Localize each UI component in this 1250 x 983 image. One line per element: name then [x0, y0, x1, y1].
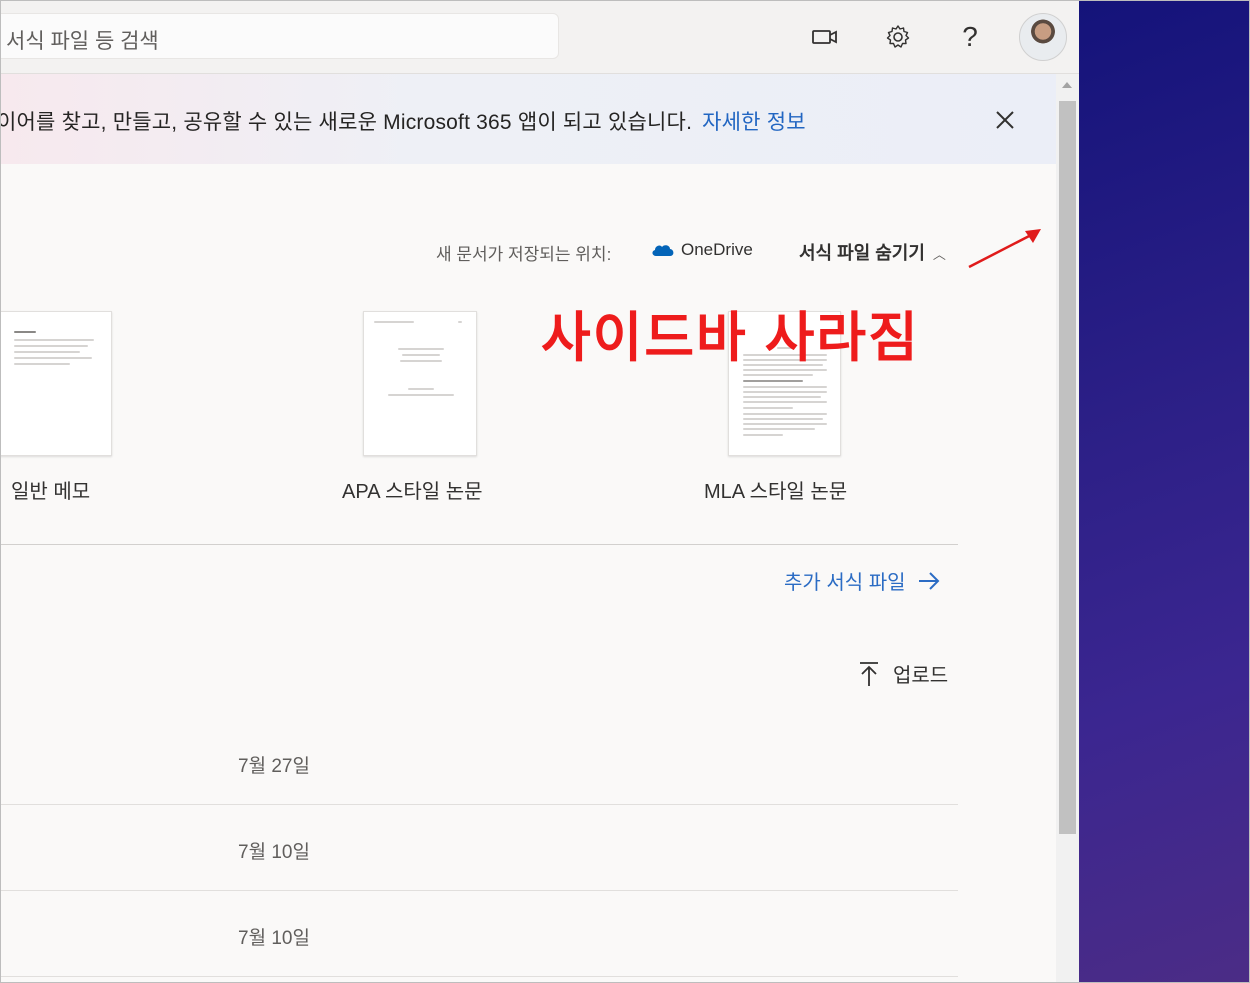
onedrive-icon [652, 245, 674, 256]
close-icon[interactable] [991, 106, 1019, 134]
arrow-right-icon [918, 571, 939, 590]
template-card-apa[interactable] [363, 311, 477, 456]
search-box[interactable]: 서식 파일 등 검색 [1, 13, 559, 59]
save-location-label: 새 문서가 저장되는 위치: [436, 245, 612, 264]
learn-more-link[interactable]: 자세한 정보 [702, 111, 806, 134]
more-templates-label: 추가 서식 파일 [784, 572, 906, 594]
info-banner: 이어를 찾고, 만들고, 공유할 수 있는 새로운 Microsoft 365 … [1, 74, 1056, 164]
annotation-arrow-icon [968, 229, 1041, 269]
chevron-up-icon: ︿ [932, 247, 946, 262]
video-icon[interactable] [807, 19, 843, 55]
recent-file-date: 7월 27일 [238, 756, 310, 777]
upload-icon [860, 661, 878, 686]
template-label-mla[interactable]: MLA 스타일 논문 [704, 475, 847, 504]
template-card-memo[interactable] [1, 311, 112, 456]
banner-message: 이어를 찾고, 만들고, 공유할 수 있는 새로운 Microsoft 365 … [1, 111, 693, 134]
vertical-scrollbar[interactable] [1056, 74, 1079, 982]
gear-icon[interactable] [880, 19, 916, 55]
annotation-text: 사이드바 사라짐 [541, 308, 920, 368]
desktop-background [1079, 1, 1249, 982]
templates-divider [1, 544, 958, 545]
recent-file-date: 7월 10일 [238, 928, 310, 949]
banner-text-line: 이어를 찾고, 만들고, 공유할 수 있는 새로운 Microsoft 365 … [1, 106, 806, 136]
row-divider [1, 804, 958, 805]
hide-templates-button[interactable]: 서식 파일 숨기기 ︿ [799, 239, 946, 265]
top-bar: 서식 파일 등 검색 ? [1, 1, 1079, 74]
word-online-app: 서식 파일 등 검색 ? 이어를 찾고, 만들고, 공유할 수 있는 새로운 M… [1, 1, 1079, 982]
template-label-apa[interactable]: APA 스타일 논문 [342, 475, 483, 504]
template-label-memo[interactable]: 일반 메모 [11, 475, 90, 504]
help-icon[interactable]: ? [952, 19, 988, 55]
more-templates-link[interactable]: 추가 서식 파일 [784, 566, 940, 595]
upload-button[interactable]: 업로드 [859, 659, 948, 688]
save-location-onedrive[interactable]: OneDrive [651, 240, 753, 260]
avatar[interactable] [1019, 13, 1067, 61]
scroll-thumb[interactable] [1059, 101, 1076, 834]
recent-file-date: 7월 10일 [238, 842, 310, 863]
onedrive-label: OneDrive [681, 240, 753, 259]
search-placeholder: 서식 파일 등 검색 [6, 30, 159, 53]
scroll-up-arrow-icon[interactable] [1062, 82, 1072, 88]
hide-templates-label: 서식 파일 숨기기 [799, 243, 925, 263]
row-divider [1, 890, 958, 891]
row-divider [1, 976, 958, 977]
upload-label: 업로드 [893, 665, 949, 687]
screenshot-frame: 서식 파일 등 검색 ? 이어를 찾고, 만들고, 공유할 수 있는 새로운 M… [0, 0, 1250, 983]
